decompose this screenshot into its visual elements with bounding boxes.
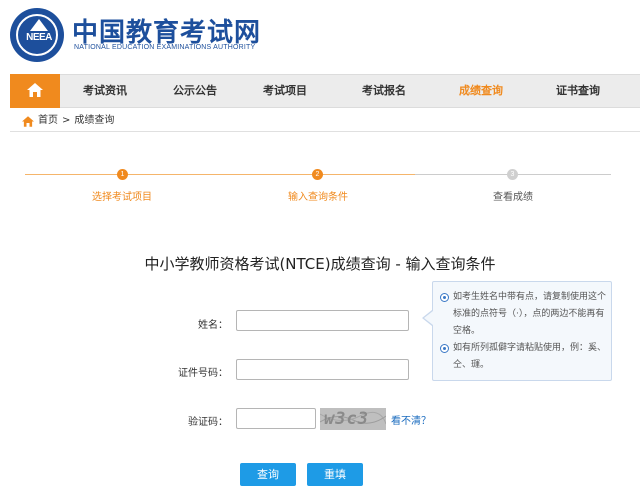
- site-header: NEEA 中国教育考试网 NATIONAL EDUCATION EXAMINAT…: [0, 0, 640, 74]
- home-icon: [22, 115, 34, 127]
- reset-button[interactable]: 重填: [307, 463, 363, 486]
- tip-item: 如有所列孤僻字请粘贴使用，例：奚、仝、璭。: [440, 340, 607, 374]
- nav-item-registration[interactable]: 考试报名: [330, 75, 438, 107]
- logo-text: NEEA: [26, 32, 52, 43]
- captcha-text: w3c3: [324, 409, 369, 429]
- tip-text: 如考生姓名中带有点，请复制使用这个标准的点符号（·），点的两边不能再有空格。: [453, 292, 607, 336]
- captcha-refresh-link[interactable]: 看不清？: [391, 412, 431, 427]
- breadcrumb: 首页 > 成绩查询: [22, 113, 114, 129]
- step-3-marker: 3: [507, 169, 518, 180]
- breadcrumb-home-link[interactable]: 首页: [38, 113, 58, 129]
- breadcrumb-separator: >: [62, 115, 71, 126]
- site-subtitle: NATIONAL EDUCATION EXAMINATIONS AUTHORIT…: [74, 44, 256, 51]
- breadcrumb-current: 成绩查询: [74, 115, 115, 126]
- radio-bullet-icon: [440, 344, 449, 353]
- id-number-input[interactable]: [236, 359, 409, 380]
- breadcrumb-divider: [10, 131, 640, 132]
- logo-ring: NEEA: [16, 14, 58, 56]
- tip-item: 如考生姓名中带有点，请复制使用这个标准的点符号（·），点的两边不能再有空格。: [440, 289, 607, 340]
- nav-item-score-query[interactable]: 成绩查询: [438, 75, 524, 107]
- step-progress-line-done: [25, 174, 415, 175]
- name-input[interactable]: [236, 310, 409, 331]
- form-title: 中小学教师资格考试(NTCE)成绩查询 - 输入查询条件: [144, 255, 496, 273]
- step-1-marker: 1: [117, 169, 128, 180]
- neea-logo[interactable]: NEEA: [10, 8, 64, 62]
- captcha-label: 验证码：: [188, 417, 228, 428]
- nav-items: 考试资讯 公示公告 考试项目 考试报名 成绩查询 证书查询: [60, 75, 632, 107]
- name-label: 姓名：: [198, 320, 228, 331]
- tip-arrow-inner: [424, 311, 433, 325]
- input-tips-box: 如考生姓名中带有点，请复制使用这个标准的点符号（·），点的两边不能再有空格。 如…: [432, 281, 612, 381]
- step-3-label: 查看成绩: [493, 192, 533, 203]
- radio-bullet-icon: [440, 293, 449, 302]
- nav-item-certificate-query[interactable]: 证书查询: [524, 75, 632, 107]
- nav-item-exams[interactable]: 考试项目: [240, 75, 330, 107]
- step-2-marker: 2: [312, 169, 323, 180]
- tip-text: 如有所列孤僻字请粘贴使用，例：奚、仝、璭。: [453, 343, 607, 370]
- main-nav: 考试资讯 公示公告 考试项目 考试报名 成绩查询 证书查询: [10, 74, 640, 108]
- nav-item-news[interactable]: 考试资讯: [60, 75, 150, 107]
- home-icon: [27, 83, 43, 97]
- captcha-input[interactable]: [236, 408, 316, 429]
- step-2-label: 输入查询条件: [288, 192, 348, 203]
- captcha-image[interactable]: w3c3: [320, 408, 386, 430]
- nav-item-announcements[interactable]: 公示公告: [150, 75, 240, 107]
- logo-triangle-icon: [30, 19, 48, 31]
- nav-home-button[interactable]: [10, 74, 60, 108]
- query-button[interactable]: 查询: [240, 463, 296, 486]
- id-number-label: 证件号码：: [178, 368, 228, 379]
- step-1-label: 选择考试项目: [92, 192, 152, 203]
